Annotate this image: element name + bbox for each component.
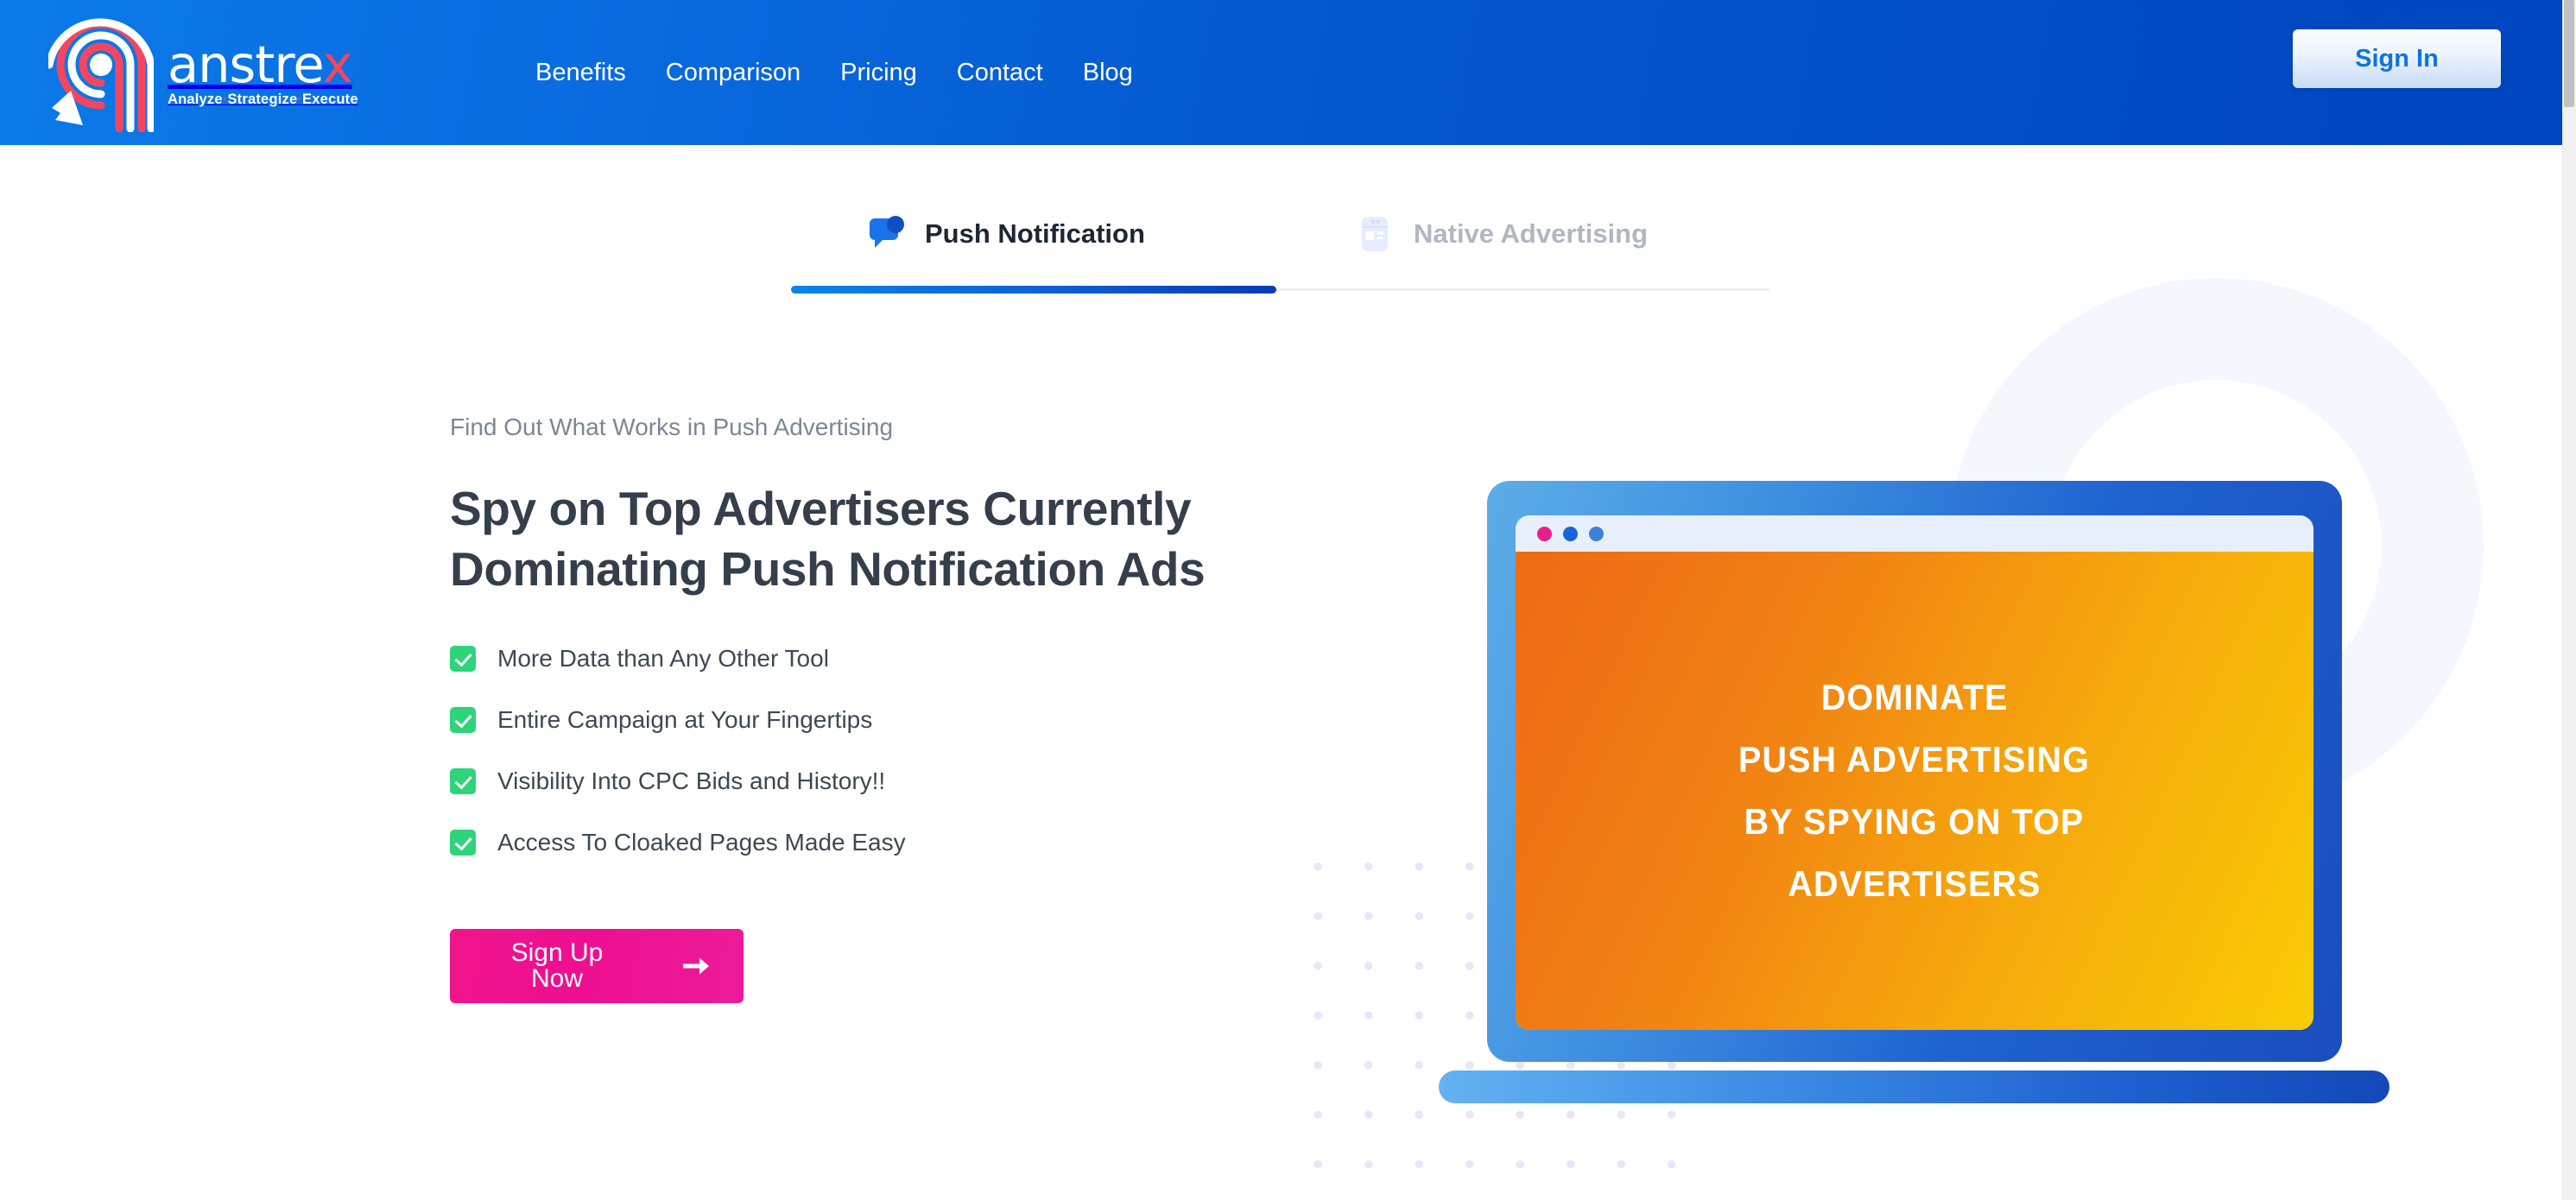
- feature-item: Entire Campaign at Your Fingertips: [450, 705, 1296, 735]
- check-icon: [450, 768, 476, 795]
- screen-headline-line: ADVERTISERS: [1788, 863, 2041, 904]
- product-tab-bar: Push Notification Native Advertising: [791, 183, 1770, 297]
- nav-item-pricing[interactable]: Pricing: [820, 60, 937, 85]
- sign-up-now-button[interactable]: Sign Up Now: [450, 929, 744, 1004]
- logo-link[interactable]: anstrex Analyze·Strategize·Execute: [45, 7, 394, 136]
- nav-item-contact[interactable]: Contact: [937, 60, 1063, 85]
- vertical-scrollbar-track[interactable]: [2562, 0, 2576, 1200]
- logo-tagline: Analyze·Strategize·Execute: [168, 92, 358, 108]
- logo-wordmark-accent: x: [322, 34, 353, 94]
- screen-headline-line: PUSH ADVERTISING: [1738, 739, 2091, 780]
- arrow-right-icon: [681, 954, 711, 978]
- nav-item-comparison[interactable]: Comparison: [646, 60, 820, 85]
- sign-up-now-label: Sign Up Now: [510, 938, 604, 994]
- screen-headline-line: BY SPYING ON TOP: [1744, 801, 2085, 842]
- feature-label: Access To Cloaked Pages Made Easy: [497, 829, 906, 856]
- feature-item: More Data than Any Other Tool: [450, 644, 1296, 673]
- hero-content: Find Out What Works in Push Advertising …: [450, 413, 1296, 1004]
- laptop-base: [1439, 1071, 2389, 1103]
- browser-dot-blue-icon: [1563, 526, 1578, 541]
- laptop-bezel: DOMINATE PUSH ADVERTISING BY SPYING ON T…: [1516, 515, 2313, 1030]
- logo-wordmark-main: anstre: [168, 34, 324, 94]
- hero-eyebrow: Find Out What Works in Push Advertising: [450, 414, 894, 440]
- vertical-scrollbar-thumb[interactable]: [2564, 0, 2574, 107]
- tab-push-notification-label: Push Notification: [925, 218, 1145, 249]
- page-root: anstrex Analyze·Strategize·Execute Benef…: [0, 0, 2576, 1200]
- tab-native-advertising-label: Native Advertising: [1414, 218, 1649, 249]
- screen-headline-line: DOMINATE: [1820, 677, 2009, 717]
- feature-item: Visibility Into CPC Bids and History!!: [450, 767, 1296, 796]
- nav-item-benefits[interactable]: Benefits: [516, 60, 646, 85]
- push-notification-bubble-icon: [866, 214, 906, 254]
- active-tab-underline: [791, 286, 1276, 294]
- browser-dot-pink-icon: [1537, 526, 1552, 541]
- site-header: anstrex Analyze·Strategize·Execute Benef…: [0, 0, 2562, 145]
- browser-title-bar: [1516, 515, 2313, 552]
- tagline-analyze: Analyze: [168, 92, 223, 108]
- feature-label: Visibility Into CPC Bids and History!!: [497, 767, 886, 795]
- laptop-screen-content: DOMINATE PUSH ADVERTISING BY SPYING ON T…: [1516, 552, 2313, 1030]
- anstrex-spiral-head-logo-icon: [45, 11, 155, 133]
- tagline-strategize: Strategize: [227, 92, 298, 108]
- nav-item-blog[interactable]: Blog: [1063, 60, 1153, 85]
- tagline-execute: Execute: [302, 92, 358, 108]
- check-icon: [450, 830, 476, 856]
- check-icon: [450, 707, 476, 734]
- native-ad-card-icon: [1355, 214, 1395, 254]
- feature-label: More Data than Any Other Tool: [497, 645, 829, 673]
- laptop-frame: DOMINATE PUSH ADVERTISING BY SPYING ON T…: [1487, 481, 2342, 1062]
- feature-list: More Data than Any Other Tool Entire Cam…: [450, 644, 1296, 857]
- sign-in-button[interactable]: Sign In: [2293, 29, 2501, 88]
- browser-dot-lightblue-icon: [1589, 526, 1604, 541]
- main-navigation: Benefits Comparison Pricing Contact Blog: [516, 0, 1153, 145]
- feature-label: Entire Campaign at Your Fingertips: [497, 706, 873, 734]
- feature-item: Access To Cloaked Pages Made Easy: [450, 828, 1296, 857]
- hero-title: Spy on Top Advertisers Currently Dominat…: [450, 481, 1206, 596]
- laptop-mockup-illustration: DOMINATE PUSH ADVERTISING BY SPYING ON T…: [1439, 481, 2389, 1104]
- tab-push-notification[interactable]: Push Notification: [866, 183, 1145, 285]
- logo-wordmark: anstrex: [168, 39, 358, 90]
- tab-native-advertising[interactable]: Native Advertising: [1355, 183, 1648, 285]
- check-icon: [450, 646, 476, 673]
- logo-text-block: anstrex Analyze·Strategize·Execute: [168, 35, 358, 108]
